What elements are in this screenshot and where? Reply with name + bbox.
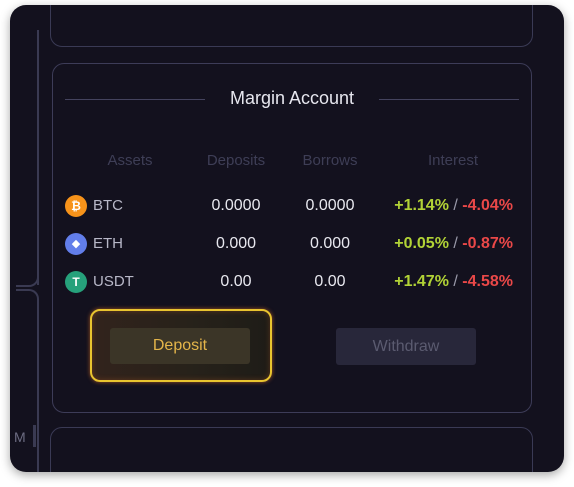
sidebar-rail-curve (16, 275, 39, 287)
card-header: Margin Account (65, 86, 519, 112)
interest-negative: -4.58% (462, 273, 513, 290)
asset-name: ETH (93, 235, 123, 252)
deposit-button[interactable]: Deposit (110, 328, 250, 364)
sidebar-rail-marker (33, 425, 36, 447)
deposits-value: 0.000 (215, 235, 257, 252)
asset-row-btc: ₿ BTC 0.0000 0.0000 +1.14% / -4.04% (53, 193, 531, 219)
column-header-borrows: Borrows (302, 152, 358, 169)
column-header-interest: Interest (427, 152, 479, 169)
deposits-value: 0.0000 (211, 197, 261, 214)
interest-separator: / (453, 197, 458, 214)
interest-separator: / (453, 235, 458, 252)
previous-card (50, 5, 533, 47)
interest-rates: +1.14% / -4.04% (353, 197, 513, 215)
asset-name: USDT (93, 273, 134, 290)
column-header-deposits: Deposits (206, 152, 266, 169)
app-window: M Margin Account Assets Deposits Borrows… (10, 5, 564, 472)
sidebar-partial-label: M (14, 429, 26, 445)
sidebar-rail-curve (16, 289, 39, 301)
margin-account-card: Margin Account Assets Deposits Borrows I… (52, 63, 532, 413)
deposit-highlight-frame: Deposit (90, 309, 272, 382)
interest-positive: +0.05% (394, 235, 449, 252)
sidebar-rail-line (37, 301, 39, 472)
withdraw-button[interactable]: Withdraw (336, 328, 476, 365)
asset-row-usdt: T USDT 0.00 0.00 +1.47% / -4.58% (53, 269, 531, 295)
sidebar-rail-line (37, 30, 39, 285)
title-divider-right (379, 99, 519, 100)
next-card (50, 427, 533, 472)
interest-negative: -4.04% (462, 197, 513, 214)
deposits-value: 0.00 (220, 273, 252, 290)
interest-positive: +1.47% (394, 273, 449, 290)
interest-negative: -0.87% (462, 235, 513, 252)
tether-icon: T (65, 271, 87, 293)
interest-rates: +0.05% / -0.87% (353, 235, 513, 253)
column-header-assets: Assets (107, 152, 153, 169)
interest-positive: +1.14% (394, 197, 449, 214)
asset-name: BTC (93, 197, 123, 214)
ethereum-icon: ◆ (65, 233, 87, 255)
interest-rates: +1.47% / -4.58% (353, 273, 513, 291)
interest-separator: / (453, 273, 458, 290)
asset-row-eth: ◆ ETH 0.000 0.000 +0.05% / -0.87% (53, 231, 531, 257)
bitcoin-icon: ₿ (65, 195, 87, 217)
